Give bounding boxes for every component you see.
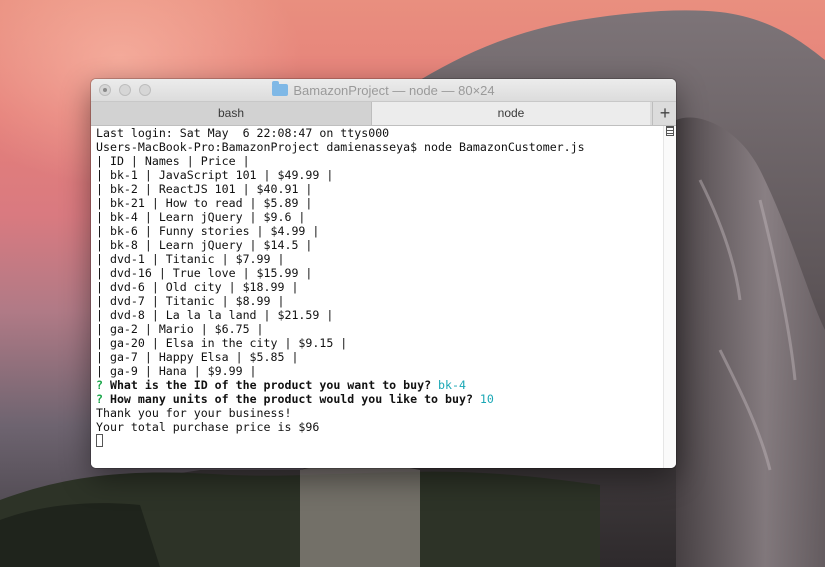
terminal-line: | bk-2 | ReactJS 101 | $40.91 | [96, 182, 313, 196]
terminal-line: | dvd-6 | Old city | $18.99 | [96, 280, 299, 294]
terminal-line: | dvd-7 | Titanic | $8.99 | [96, 294, 285, 308]
total-line: Your total purchase price is $96 [96, 420, 320, 434]
window-title-text: BamazonProject — node — 80×24 [293, 82, 495, 98]
terminal-line: | dvd-8 | La la la land | $21.59 | [96, 308, 334, 322]
terminal-line: Users-MacBook-Pro:BamazonProject damiena… [96, 140, 585, 154]
thanks-line: Thank you for your business! [96, 406, 292, 420]
scroll-gutter[interactable] [663, 126, 676, 468]
prompt-question: How many units of the product would you … [109, 392, 473, 406]
prompt-answer: bk-4 [438, 378, 466, 392]
prompt-mark: ? [96, 392, 103, 406]
terminal-output[interactable]: Last login: Sat May 6 22:08:47 on ttys00… [91, 126, 663, 468]
terminal-line: | bk-6 | Funny stories | $4.99 | [96, 224, 320, 238]
terminal-line: | ga-7 | Happy Elsa | $5.85 | [96, 350, 299, 364]
folder-icon [272, 81, 289, 96]
terminal-line: | bk-4 | Learn jQuery | $9.6 | [96, 210, 306, 224]
prompt-answer: 10 [479, 392, 494, 406]
title-bar[interactable]: BamazonProject — node — 80×24 [91, 79, 676, 102]
prompt-line-units: ? How many units of the product would yo… [96, 392, 494, 406]
terminal-line: | ga-2 | Mario | $6.75 | [96, 322, 264, 336]
tab-node[interactable]: node [372, 102, 650, 125]
terminal-line: | dvd-1 | Titanic | $7.99 | [96, 252, 285, 266]
tab-bar: bash node + [91, 102, 676, 126]
terminal-line: | bk-21 | How to read | $5.89 | [96, 196, 313, 210]
terminal-line: | bk-1 | JavaScript 101 | $49.99 | [96, 168, 334, 182]
terminal-line: | dvd-16 | True love | $15.99 | [96, 266, 313, 280]
tab-bash[interactable]: bash [91, 102, 372, 125]
prompt-mark: ? [96, 378, 103, 392]
new-tab-button[interactable]: + [652, 102, 676, 125]
terminal-line: | bk-8 | Learn jQuery | $14.5 | [96, 238, 313, 252]
terminal-line: | ga-20 | Elsa in the city | $9.15 | [96, 336, 348, 350]
scroll-marker-icon[interactable] [666, 126, 674, 136]
prompt-question: What is the ID of the product you want t… [109, 378, 432, 392]
terminal-line: Last login: Sat May 6 22:08:47 on ttys00… [96, 126, 390, 140]
terminal-window[interactable]: BamazonProject — node — 80×24 bash node … [91, 79, 676, 468]
text-cursor [96, 434, 103, 447]
terminal-line: | ID | Names | Price | [96, 154, 250, 168]
prompt-line-product-id: ? What is the ID of the product you want… [96, 378, 466, 392]
window-title: BamazonProject — node — 80×24 [91, 79, 676, 101]
terminal-line: | ga-9 | Hana | $9.99 | [96, 364, 257, 378]
